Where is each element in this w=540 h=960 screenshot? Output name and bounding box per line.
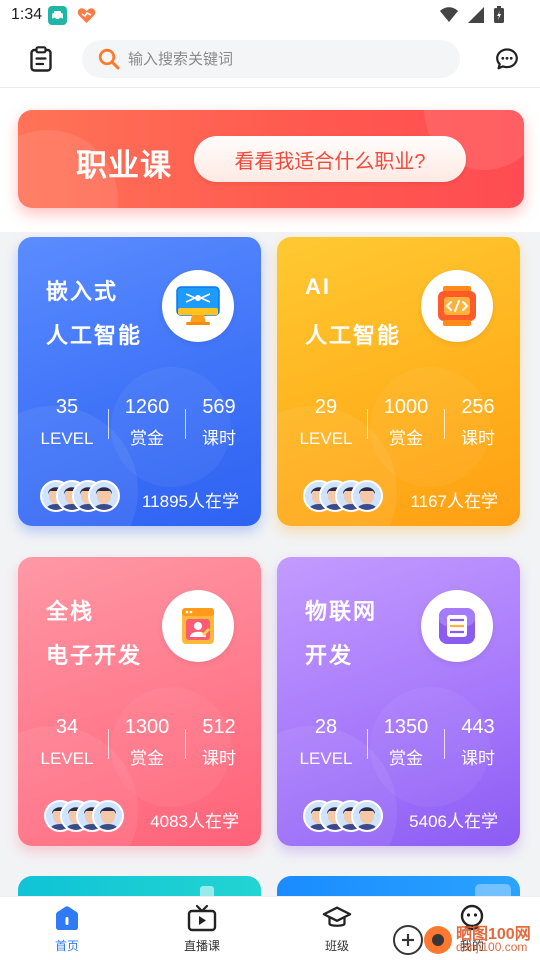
tab-label: 直播课	[183, 939, 220, 953]
stat-label: LEVEL	[299, 749, 353, 768]
card-title-line2: 电子开发	[46, 643, 143, 668]
search-input[interactable]	[128, 50, 428, 68]
avatar	[351, 800, 383, 832]
stat-level: 35 LEVEL	[27, 394, 107, 450]
learner-count: 5406人在学	[409, 812, 498, 831]
watermark: 晒图100网 danji100.com	[392, 918, 540, 960]
card-title-line1: 全栈	[46, 599, 95, 624]
watermark-url: danji100.com	[456, 940, 528, 954]
stat-level: 29 LEVEL	[286, 394, 366, 450]
top-bar	[0, 32, 540, 88]
stat-value: 569	[202, 396, 236, 418]
stat-label: LEVEL	[40, 429, 94, 448]
avatar	[351, 480, 383, 512]
stat-value: 1260	[124, 396, 170, 418]
stat-label: 赏金	[130, 429, 164, 448]
status-time: 1:34	[11, 6, 43, 23]
stat-lessons: 569 课时	[180, 394, 258, 450]
course-card-embedded-ai[interactable]: 嵌入式 人工智能 35 LEVEL 1260 赏金 569 课时 11895人在学	[18, 237, 261, 526]
career-quiz-button[interactable]: 看看我适合什么职业?	[194, 136, 466, 182]
stat-value: 28	[314, 716, 338, 738]
stat-value: 1350	[383, 716, 429, 738]
card-title-line2: 开发	[305, 643, 354, 668]
watermark-logo-icon	[393, 925, 452, 955]
tab-class[interactable]: 班级	[292, 903, 382, 954]
iot-device-icon	[421, 590, 493, 662]
card-title-line1: 物联网	[305, 599, 378, 624]
banner-area: 职业课 看看我适合什么职业?	[0, 88, 540, 232]
heart-app-icon	[77, 6, 96, 25]
card-title-line1: AI	[305, 274, 331, 299]
stat-value: 29	[314, 396, 338, 418]
stat-bounty: 1300 赏金	[107, 714, 187, 770]
home-icon	[52, 903, 82, 933]
course-card-iot[interactable]: 物联网 开发 28 LEVEL 1350 赏金 443 课时 5406人在学	[277, 557, 520, 846]
search-icon	[98, 48, 120, 70]
stat-lessons: 512 课时	[180, 714, 258, 770]
stat-label: 赏金	[389, 429, 423, 448]
signal-icon	[468, 6, 484, 23]
learner-count: 11895人在学	[141, 492, 239, 511]
learner-avatars	[303, 480, 393, 512]
clipboard-button[interactable]	[26, 44, 56, 74]
battery-icon	[494, 6, 504, 23]
stat-value: 443	[461, 716, 495, 738]
profile-window-icon	[162, 590, 234, 662]
status-indicators	[440, 6, 504, 23]
status-bar: 1:34	[0, 0, 540, 32]
wifi-icon	[440, 6, 458, 22]
banner-title: 职业课	[76, 148, 172, 183]
learner-avatars	[44, 800, 134, 832]
stat-lessons: 256 课时	[439, 394, 517, 450]
stat-label: LEVEL	[40, 749, 94, 768]
stat-label: 赏金	[389, 749, 423, 768]
stat-label: 赏金	[130, 749, 164, 768]
learner-avatars	[303, 800, 393, 832]
clipboard-icon	[30, 46, 52, 72]
graduation-cap-icon	[322, 903, 352, 933]
stat-value: 512	[202, 716, 236, 738]
search-bar[interactable]	[82, 40, 460, 78]
tab-home[interactable]: 首页	[22, 903, 112, 954]
stat-label: 课时	[202, 749, 236, 768]
stat-level: 28 LEVEL	[286, 714, 366, 770]
stat-value: 256	[461, 396, 495, 418]
learner-avatars	[40, 480, 130, 512]
tab-live[interactable]: 直播课	[157, 903, 247, 954]
stat-bounty: 1000 赏金	[366, 394, 446, 450]
car-app-icon	[48, 6, 67, 25]
monitor-icon	[162, 270, 234, 342]
tv-icon	[187, 903, 217, 933]
stat-bounty: 1350 赏金	[366, 714, 446, 770]
tab-label: 班级	[324, 939, 349, 953]
tab-label: 首页	[54, 939, 79, 953]
avatar	[92, 800, 124, 832]
chat-bubble-icon	[496, 48, 518, 70]
stat-value: 34	[55, 716, 79, 738]
stat-label: 课时	[461, 749, 495, 768]
stat-label: LEVEL	[299, 429, 353, 448]
course-card-fullstack[interactable]: 全栈 电子开发 34 LEVEL 1300 赏金 512 课时 4083人在学	[18, 557, 261, 846]
stat-label: 课时	[202, 429, 236, 448]
stat-value: 1300	[124, 716, 170, 738]
learner-count: 4083人在学	[150, 812, 239, 831]
stat-value: 1000	[383, 396, 429, 418]
message-button[interactable]	[492, 44, 522, 74]
code-chip-icon	[421, 270, 493, 342]
card-title-line1: 嵌入式	[46, 279, 119, 304]
avatar	[88, 480, 120, 512]
stat-level: 34 LEVEL	[27, 714, 107, 770]
course-card-ai[interactable]: AI 人工智能 29 LEVEL 1000 赏金 256 课时 1167人在学	[277, 237, 520, 526]
stat-value: 35	[55, 396, 79, 418]
learner-count: 1167人在学	[410, 492, 498, 511]
card-title-line2: 人工智能	[46, 323, 143, 348]
career-banner[interactable]: 职业课 看看我适合什么职业?	[18, 110, 524, 208]
stat-label: 课时	[461, 429, 495, 448]
stat-lessons: 443 课时	[439, 714, 517, 770]
card-title-line2: 人工智能	[305, 323, 402, 348]
stat-bounty: 1260 赏金	[107, 394, 187, 450]
